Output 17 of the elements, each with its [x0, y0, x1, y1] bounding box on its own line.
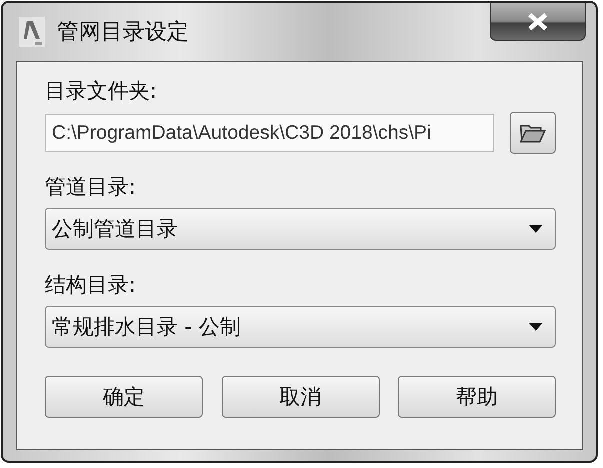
field-label: 目录文件夹:: [45, 78, 158, 104]
dialog-button[interactable]: 帮助: [398, 376, 556, 418]
browse-button[interactable]: [510, 112, 556, 154]
close-icon: [527, 12, 549, 30]
dialog-button[interactable]: 确定: [45, 376, 203, 418]
folder-path-field[interactable]: C:\ProgramData\Autodesk\C3D 2018\chs\Pi: [45, 114, 494, 152]
folder-icon: [520, 123, 546, 143]
dropdown-arrow-icon: [529, 323, 543, 331]
dialog-button[interactable]: 取消: [222, 376, 380, 418]
close-button[interactable]: [490, 3, 586, 41]
field-label: 结构目录:: [45, 272, 138, 298]
field-label: 管道目录:: [45, 174, 138, 200]
window-title: 管网目录设定: [57, 19, 189, 47]
dropdown-arrow-icon: [529, 225, 543, 233]
dropdown[interactable]: 公制管道目录: [45, 208, 556, 250]
dropdown[interactable]: 常规排水目录 - 公制: [45, 306, 556, 348]
app-icon: [19, 17, 45, 47]
